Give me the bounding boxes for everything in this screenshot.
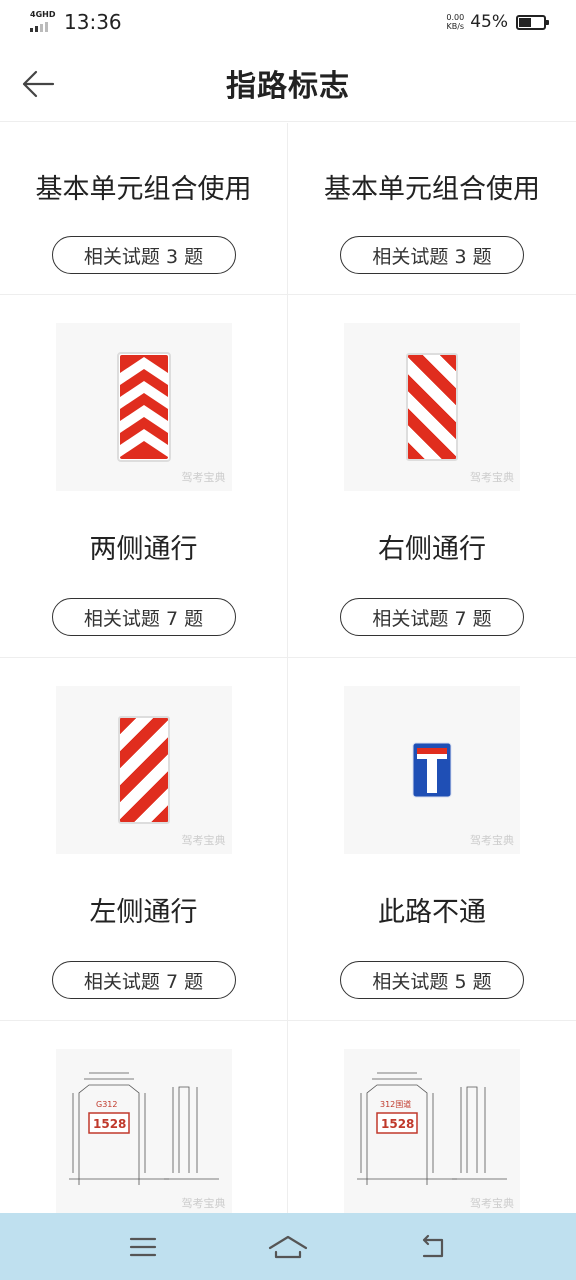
sign-name: 右侧通行 <box>378 534 486 565</box>
battery-level <box>519 17 531 27</box>
related-questions-button[interactable]: 相关试题 5 题 <box>340 961 524 999</box>
system-nav-bar <box>0 1213 576 1280</box>
sign-card[interactable]: 驾考宝典 右侧通行 相关试题 7 题 <box>288 295 576 658</box>
plate-top-text: 312国道 <box>380 1099 411 1109</box>
back-nav-button[interactable] <box>409 1227 457 1267</box>
watermark: 驾考宝典 <box>470 834 514 847</box>
sign-image: 驾考宝典 <box>344 686 520 854</box>
sign-grid: 基本单元组合使用 相关试题 3 题 基本单元组合使用 相关试题 3 题 驾考宝典… <box>0 123 576 1213</box>
sign-card[interactable]: 驾考宝典 左侧通行 相关试题 7 题 <box>0 658 288 1021</box>
back-icon <box>423 1234 444 1257</box>
net-speed-unit: KB/s <box>446 22 465 31</box>
back-button[interactable] <box>18 64 58 104</box>
sign-card[interactable]: 312国道 1528 驾考宝典 <box>288 1021 576 1213</box>
plate-number-text: 1528 <box>381 1117 414 1131</box>
arrow-left-icon <box>22 70 55 98</box>
sign-name: 基本单元组合使用 <box>35 174 252 205</box>
watermark: 驾考宝典 <box>181 1197 226 1210</box>
milestone-plan-drawing: 312国道 1528 <box>357 1072 507 1185</box>
two-side-chevron-sign <box>116 352 171 462</box>
network-type: 4GHD <box>30 10 56 19</box>
watermark: 驾考宝典 <box>470 1197 514 1210</box>
home-button[interactable] <box>264 1227 312 1267</box>
sign-card[interactable]: 基本单元组合使用 相关试题 3 题 <box>288 123 576 295</box>
sign-card[interactable]: G312 1528 驾考宝典 <box>0 1021 288 1213</box>
sign-card[interactable]: 基本单元组合使用 相关试题 3 题 <box>0 123 288 295</box>
sign-image: G312 1528 驾考宝典 <box>55 1049 232 1213</box>
related-questions-button[interactable]: 相关试题 7 题 <box>51 598 236 636</box>
signal-icon: 4GHD <box>30 10 58 34</box>
watermark: 驾考宝典 <box>470 471 514 484</box>
milestone-plan-drawing: G312 1528 <box>68 1072 219 1185</box>
home-icon <box>268 1235 308 1258</box>
menu-button[interactable] <box>119 1227 167 1267</box>
sign-image: 驾考宝典 <box>55 686 232 854</box>
sign-name: 两侧通行 <box>89 534 198 565</box>
sign-name: 基本单元组合使用 <box>324 174 540 205</box>
sign-image: 312国道 1528 驾考宝典 <box>344 1049 520 1213</box>
sign-name: 左侧通行 <box>89 897 198 928</box>
dead-end-sign <box>412 742 452 798</box>
header: 指路标志 <box>0 44 576 122</box>
sign-card[interactable]: 驾考宝典 两侧通行 相关试题 7 题 <box>0 295 288 658</box>
sign-card[interactable]: 驾考宝典 此路不通 相关试题 5 题 <box>288 658 576 1021</box>
menu-icon <box>129 1237 156 1256</box>
left-side-stripe-sign <box>117 716 170 824</box>
battery-icon <box>516 14 549 30</box>
related-questions-button[interactable]: 相关试题 3 题 <box>340 236 524 274</box>
sign-image: 驾考宝典 <box>344 323 520 491</box>
plate-number-text: 1528 <box>93 1117 126 1131</box>
status-bar: 4GHD 13:36 0.00 KB/s 45% <box>0 0 576 44</box>
watermark: 驾考宝典 <box>181 471 226 484</box>
sign-name: 此路不通 <box>378 897 486 928</box>
net-speed-value: 0.00 <box>446 13 465 22</box>
related-questions-button[interactable]: 相关试题 7 题 <box>51 961 236 999</box>
status-time: 13:36 <box>64 10 122 34</box>
watermark: 驾考宝典 <box>181 834 226 847</box>
related-questions-button[interactable]: 相关试题 3 题 <box>51 236 236 274</box>
sign-image: 驾考宝典 <box>55 323 232 491</box>
net-speed: 0.00 KB/s <box>446 13 464 31</box>
plate-top-text: G312 <box>96 1100 117 1109</box>
page-title: 指路标志 <box>226 68 350 104</box>
right-side-stripe-sign <box>406 353 458 461</box>
battery-percent: 45% <box>470 12 508 32</box>
related-questions-button[interactable]: 相关试题 7 题 <box>340 598 524 636</box>
